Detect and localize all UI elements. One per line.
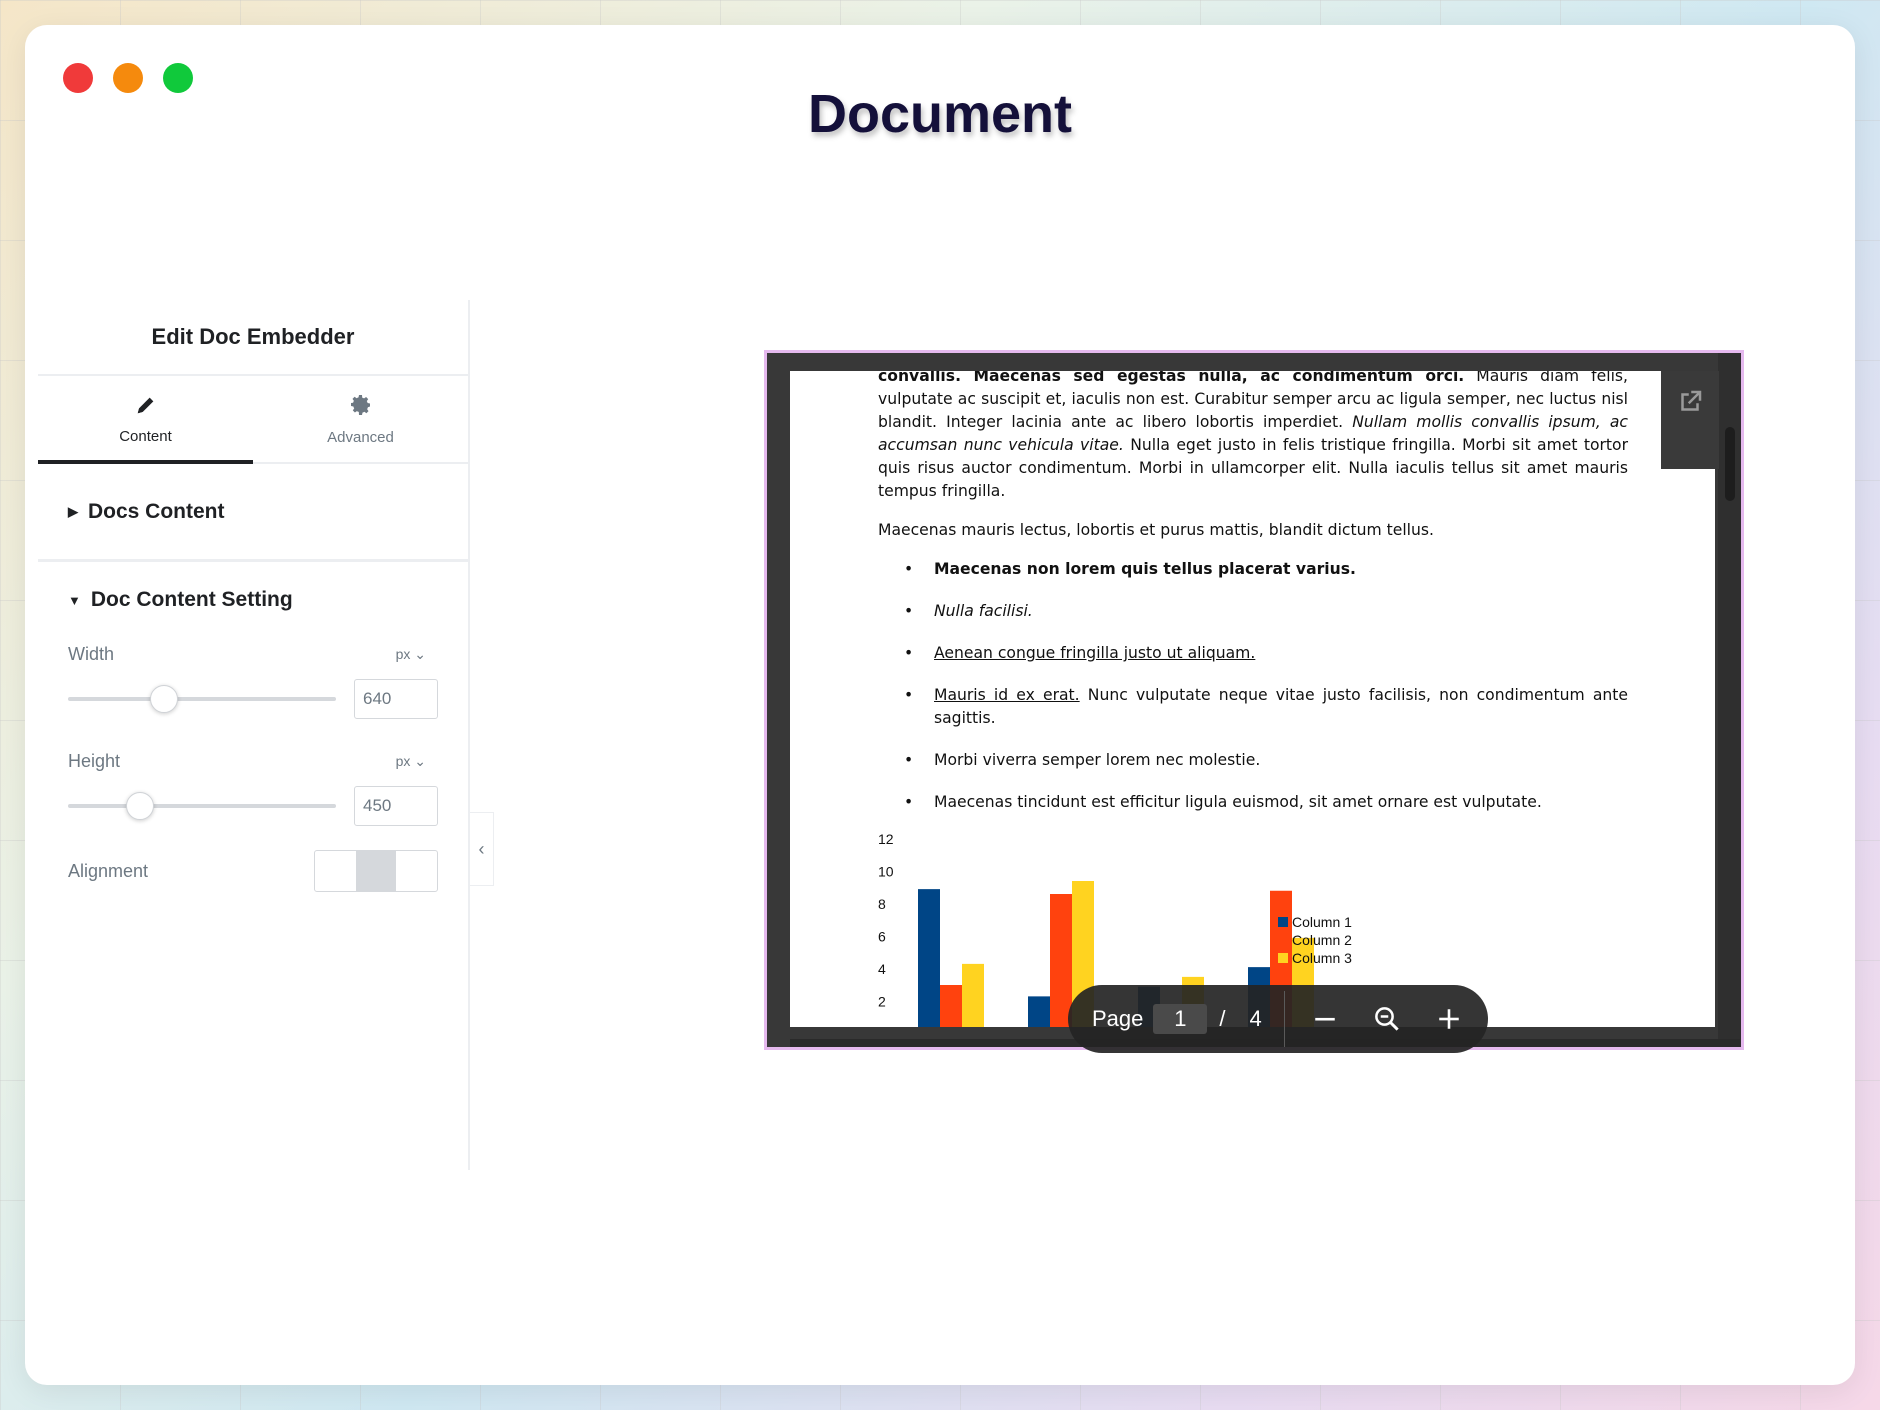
tab-advanced[interactable]: Advanced (253, 376, 468, 462)
zoom-reset-button[interactable] (1365, 997, 1409, 1041)
plus-icon (1439, 1009, 1459, 1029)
caret-right-icon: ▶ (68, 503, 78, 519)
section-doc-content-setting-label: Doc Content Setting (90, 588, 293, 611)
legend-label: Column 3 (1292, 950, 1352, 966)
height-slider[interactable] (68, 792, 336, 820)
width-input[interactable]: 640 (354, 679, 438, 719)
viewer-scroll-track[interactable] (1718, 353, 1741, 1047)
chevron-left-icon: ‹ (478, 838, 485, 859)
doc-page: convallis. Maecenas sed egestas nulla, a… (790, 371, 1715, 1027)
align-center-button[interactable] (355, 851, 397, 891)
legend-label: Column 2 (1292, 932, 1352, 948)
doc-text: convallis. Maecenas sed egestas nulla, a… (878, 371, 1628, 833)
gear-icon (349, 393, 373, 421)
y-tick-label: 4 (878, 961, 886, 977)
total-pages: 4 (1249, 1006, 1262, 1031)
doc-viewer: convallis. Maecenas sed egestas nulla, a… (764, 350, 1744, 1050)
height-slider-thumb[interactable] (125, 792, 154, 820)
legend-label: Column 1 (1292, 914, 1352, 930)
doc-link[interactable]: Aenean congue fringilla justo ut aliquam… (934, 644, 1255, 662)
doc-paragraph: Maecenas mauris lectus, lobortis et puru… (878, 521, 1434, 539)
chart-bar (940, 985, 962, 1027)
list-item: Maecenas tincidunt est efficitur ligula … (878, 791, 1628, 814)
panel-title: Edit Doc Embedder (38, 300, 468, 376)
zoom-in-button[interactable] (1427, 997, 1471, 1041)
alignment-toggle-group (314, 850, 438, 892)
tab-content[interactable]: Content (38, 376, 253, 464)
tab-advanced-label: Advanced (327, 428, 394, 446)
section-docs-content-label: Docs Content (88, 499, 225, 523)
align-right-button[interactable] (396, 851, 437, 891)
page-label: Page (1092, 1006, 1144, 1031)
width-slider-thumb[interactable] (149, 685, 178, 713)
open-external-button[interactable] (1661, 371, 1719, 469)
legend-swatch (1278, 917, 1288, 927)
chevron-down-icon: ⌄ (414, 753, 426, 769)
chart-bar (918, 889, 940, 1027)
y-tick-label: 10 (878, 864, 894, 880)
y-tick-label: 12 (878, 831, 894, 847)
height-label: Height (68, 751, 121, 771)
window-title: Document (807, 84, 1072, 144)
width-slider[interactable] (68, 685, 336, 713)
list-item: Nulla facilisi. (878, 600, 1628, 623)
alignment-control: Alignment (38, 850, 468, 892)
section-docs-content[interactable]: ▶ Docs Content (38, 464, 468, 562)
legend-swatch (1278, 953, 1288, 963)
pencil-icon (135, 394, 157, 420)
list-item: Maecenas non lorem quis tellus placerat … (878, 558, 1628, 581)
width-unit-select[interactable]: px ⌄ (396, 646, 426, 663)
width-label: Width (68, 644, 115, 664)
external-link-icon (1675, 387, 1705, 422)
viewer-scroll-thumb[interactable] (1725, 427, 1735, 501)
legend-swatch (1278, 935, 1288, 945)
minus-icon (1315, 1017, 1335, 1021)
chart-bar (1050, 894, 1072, 1027)
chevron-down-icon: ⌄ (414, 646, 426, 662)
page-separator: / (1219, 1006, 1226, 1031)
tab-content-label: Content (119, 427, 172, 445)
caret-down-icon: ▼ (68, 592, 81, 608)
doc-paragraph: convallis. Maecenas sed egestas nulla, a… (878, 371, 1628, 500)
doc-bullet-list: Maecenas non lorem quis tellus placerat … (878, 558, 1628, 814)
collapse-panel-button[interactable]: ‹ (470, 812, 494, 886)
section-doc-content-setting[interactable]: ▼ Doc Content Setting (38, 562, 468, 638)
height-control: Height px ⌄ 450 (38, 751, 468, 826)
panel-tabs: Content Advanced (38, 376, 468, 464)
width-control: Width px ⌄ 640 (38, 644, 468, 719)
list-item: Aenean congue fringilla justo ut aliquam… (878, 642, 1628, 665)
editor-panel: Edit Doc Embedder Content Advanced ▶ Doc… (38, 300, 470, 1170)
toolbar-divider (1283, 991, 1285, 1047)
height-input[interactable]: 450 (354, 786, 438, 826)
chart-bar (962, 963, 984, 1027)
list-item: Morbi viverra semper lorem nec molestie. (878, 749, 1628, 772)
page-number-input[interactable]: 1 (1153, 1004, 1208, 1034)
doc-link[interactable]: Mauris id ex erat. (934, 686, 1080, 704)
height-unit-select[interactable]: px ⌄ (396, 753, 426, 770)
y-tick-label: 8 (878, 896, 886, 912)
y-tick-label: 2 (878, 994, 886, 1010)
align-left-button[interactable] (315, 851, 356, 891)
magnifier-minus-icon (1374, 1007, 1399, 1031)
alignment-label: Alignment (68, 860, 149, 881)
doc-toolbar: Page 1 / 4 (1068, 985, 1488, 1053)
y-tick-label: 6 (878, 929, 886, 945)
zoom-out-button[interactable] (1303, 997, 1347, 1041)
chart-bar (1028, 996, 1050, 1027)
list-item: Mauris id ex erat. Nunc vulputate neque … (878, 684, 1628, 730)
